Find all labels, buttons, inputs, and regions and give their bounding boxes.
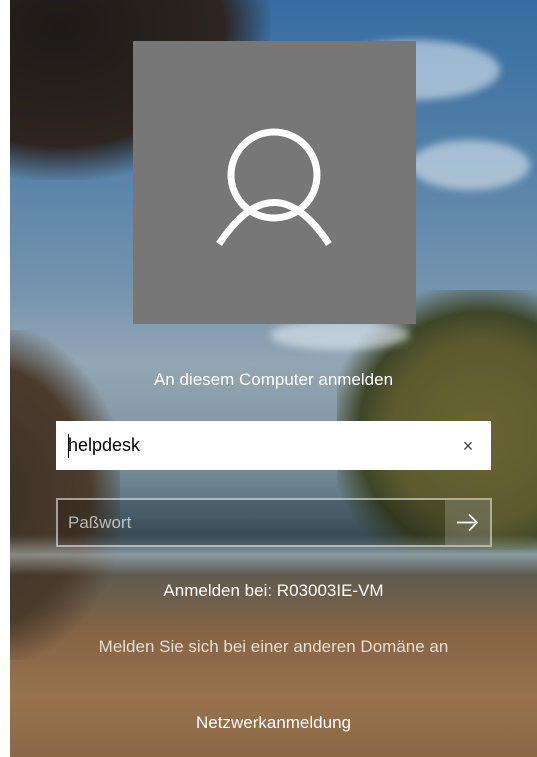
submit-button[interactable] <box>445 500 490 545</box>
signin-target-domain: Anmelden bei: R03003IE-VM <box>163 581 384 600</box>
other-domain-link[interactable]: Melden Sie sich bei einer anderen Domäne… <box>60 632 487 662</box>
arrow-right-icon <box>457 513 479 532</box>
network-signin-link[interactable]: Netzwerkanmeldung <box>10 713 537 733</box>
password-field[interactable] <box>56 498 492 547</box>
text-caret <box>68 434 69 458</box>
cloud <box>410 140 530 190</box>
user-avatar <box>133 41 416 324</box>
user-icon <box>216 128 332 246</box>
signin-title: An diesem Computer anmelden <box>153 370 394 389</box>
username-field[interactable]: × <box>56 421 491 470</box>
cloud <box>270 320 410 350</box>
password-input[interactable] <box>68 500 428 545</box>
clear-icon[interactable]: × <box>457 435 479 457</box>
username-input[interactable] <box>68 423 438 468</box>
lock-screen-background: An diesem Computer anmelden × Anmelden b… <box>10 0 537 757</box>
